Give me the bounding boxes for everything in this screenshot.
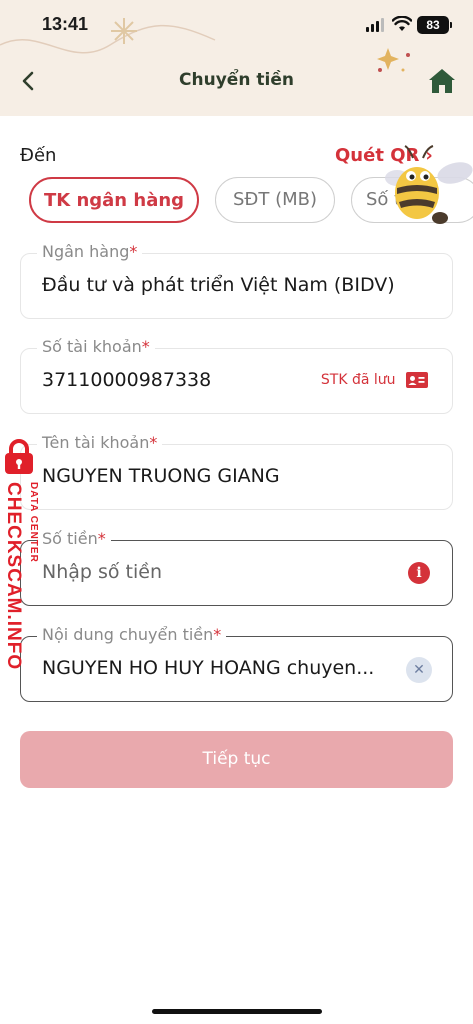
wifi-icon [392, 16, 412, 31]
tab-phone[interactable]: SĐT (MB) [215, 177, 335, 223]
page-title: Chuyển tiền [179, 70, 294, 90]
checkscam-watermark: CHECKSCAM.INFO DATA CENTER [0, 438, 48, 671]
clear-icon[interactable]: ✕ [406, 657, 432, 683]
contact-card-icon [406, 372, 428, 388]
amount-input[interactable]: Nhập số tiền [42, 561, 162, 583]
account-name-value: NGUYEN TRUONG GIANG [42, 465, 280, 487]
watermark-subtext: DATA CENTER [28, 482, 39, 563]
status-bar: 13:41 83 [0, 14, 473, 38]
watermark-text: CHECKSCAM.INFO [3, 482, 24, 671]
tab-bank-account[interactable]: TK ngân hàng [29, 177, 199, 223]
saved-accounts-button[interactable]: STK đã lưu [321, 372, 428, 388]
status-time: 13:41 [42, 14, 89, 34]
battery-icon: 83 [417, 16, 452, 34]
bee-mascot-icon[interactable] [385, 138, 473, 234]
content-field[interactable]: Nội dung chuyển tiền* NGUYEN HO HUY HOAN… [20, 625, 453, 702]
amount-field[interactable]: Số tiền* Nhập số tiền i [20, 529, 453, 606]
account-name-label: Tên tài khoản* [37, 433, 163, 452]
account-number-value: 37110000987338 [42, 369, 212, 391]
content-label: Nội dung chuyển tiền* [37, 625, 227, 644]
account-number-field[interactable]: Số tài khoản* 37110000987338 STK đã lưu [20, 337, 453, 414]
account-name-field: Tên tài khoản* NGUYEN TRUONG GIANG [20, 433, 453, 510]
home-indicator [152, 1009, 322, 1014]
bank-field-label: Ngân hàng* [37, 242, 143, 261]
info-icon[interactable]: i [408, 562, 430, 584]
signal-icon [366, 18, 386, 32]
bank-field-value: Đầu tư và phát triển Việt Nam (BIDV) [42, 274, 395, 296]
saved-accounts-label: STK đã lưu [320, 372, 396, 388]
bank-field[interactable]: Ngân hàng* Đầu tư và phát triển Việt Nam… [20, 242, 453, 319]
content-input[interactable]: NGUYEN HO HUY HOANG chuyen... [42, 657, 402, 679]
lock-icon [5, 439, 33, 474]
app-header: 13:41 83 Chuyển tiền [0, 0, 473, 116]
continue-button[interactable]: Tiếp tục [20, 731, 453, 788]
recipient-label: Đến [20, 145, 57, 166]
account-number-label: Số tài khoản* [37, 337, 155, 356]
amount-label: Số tiền* [37, 529, 111, 548]
home-icon[interactable] [427, 66, 457, 96]
